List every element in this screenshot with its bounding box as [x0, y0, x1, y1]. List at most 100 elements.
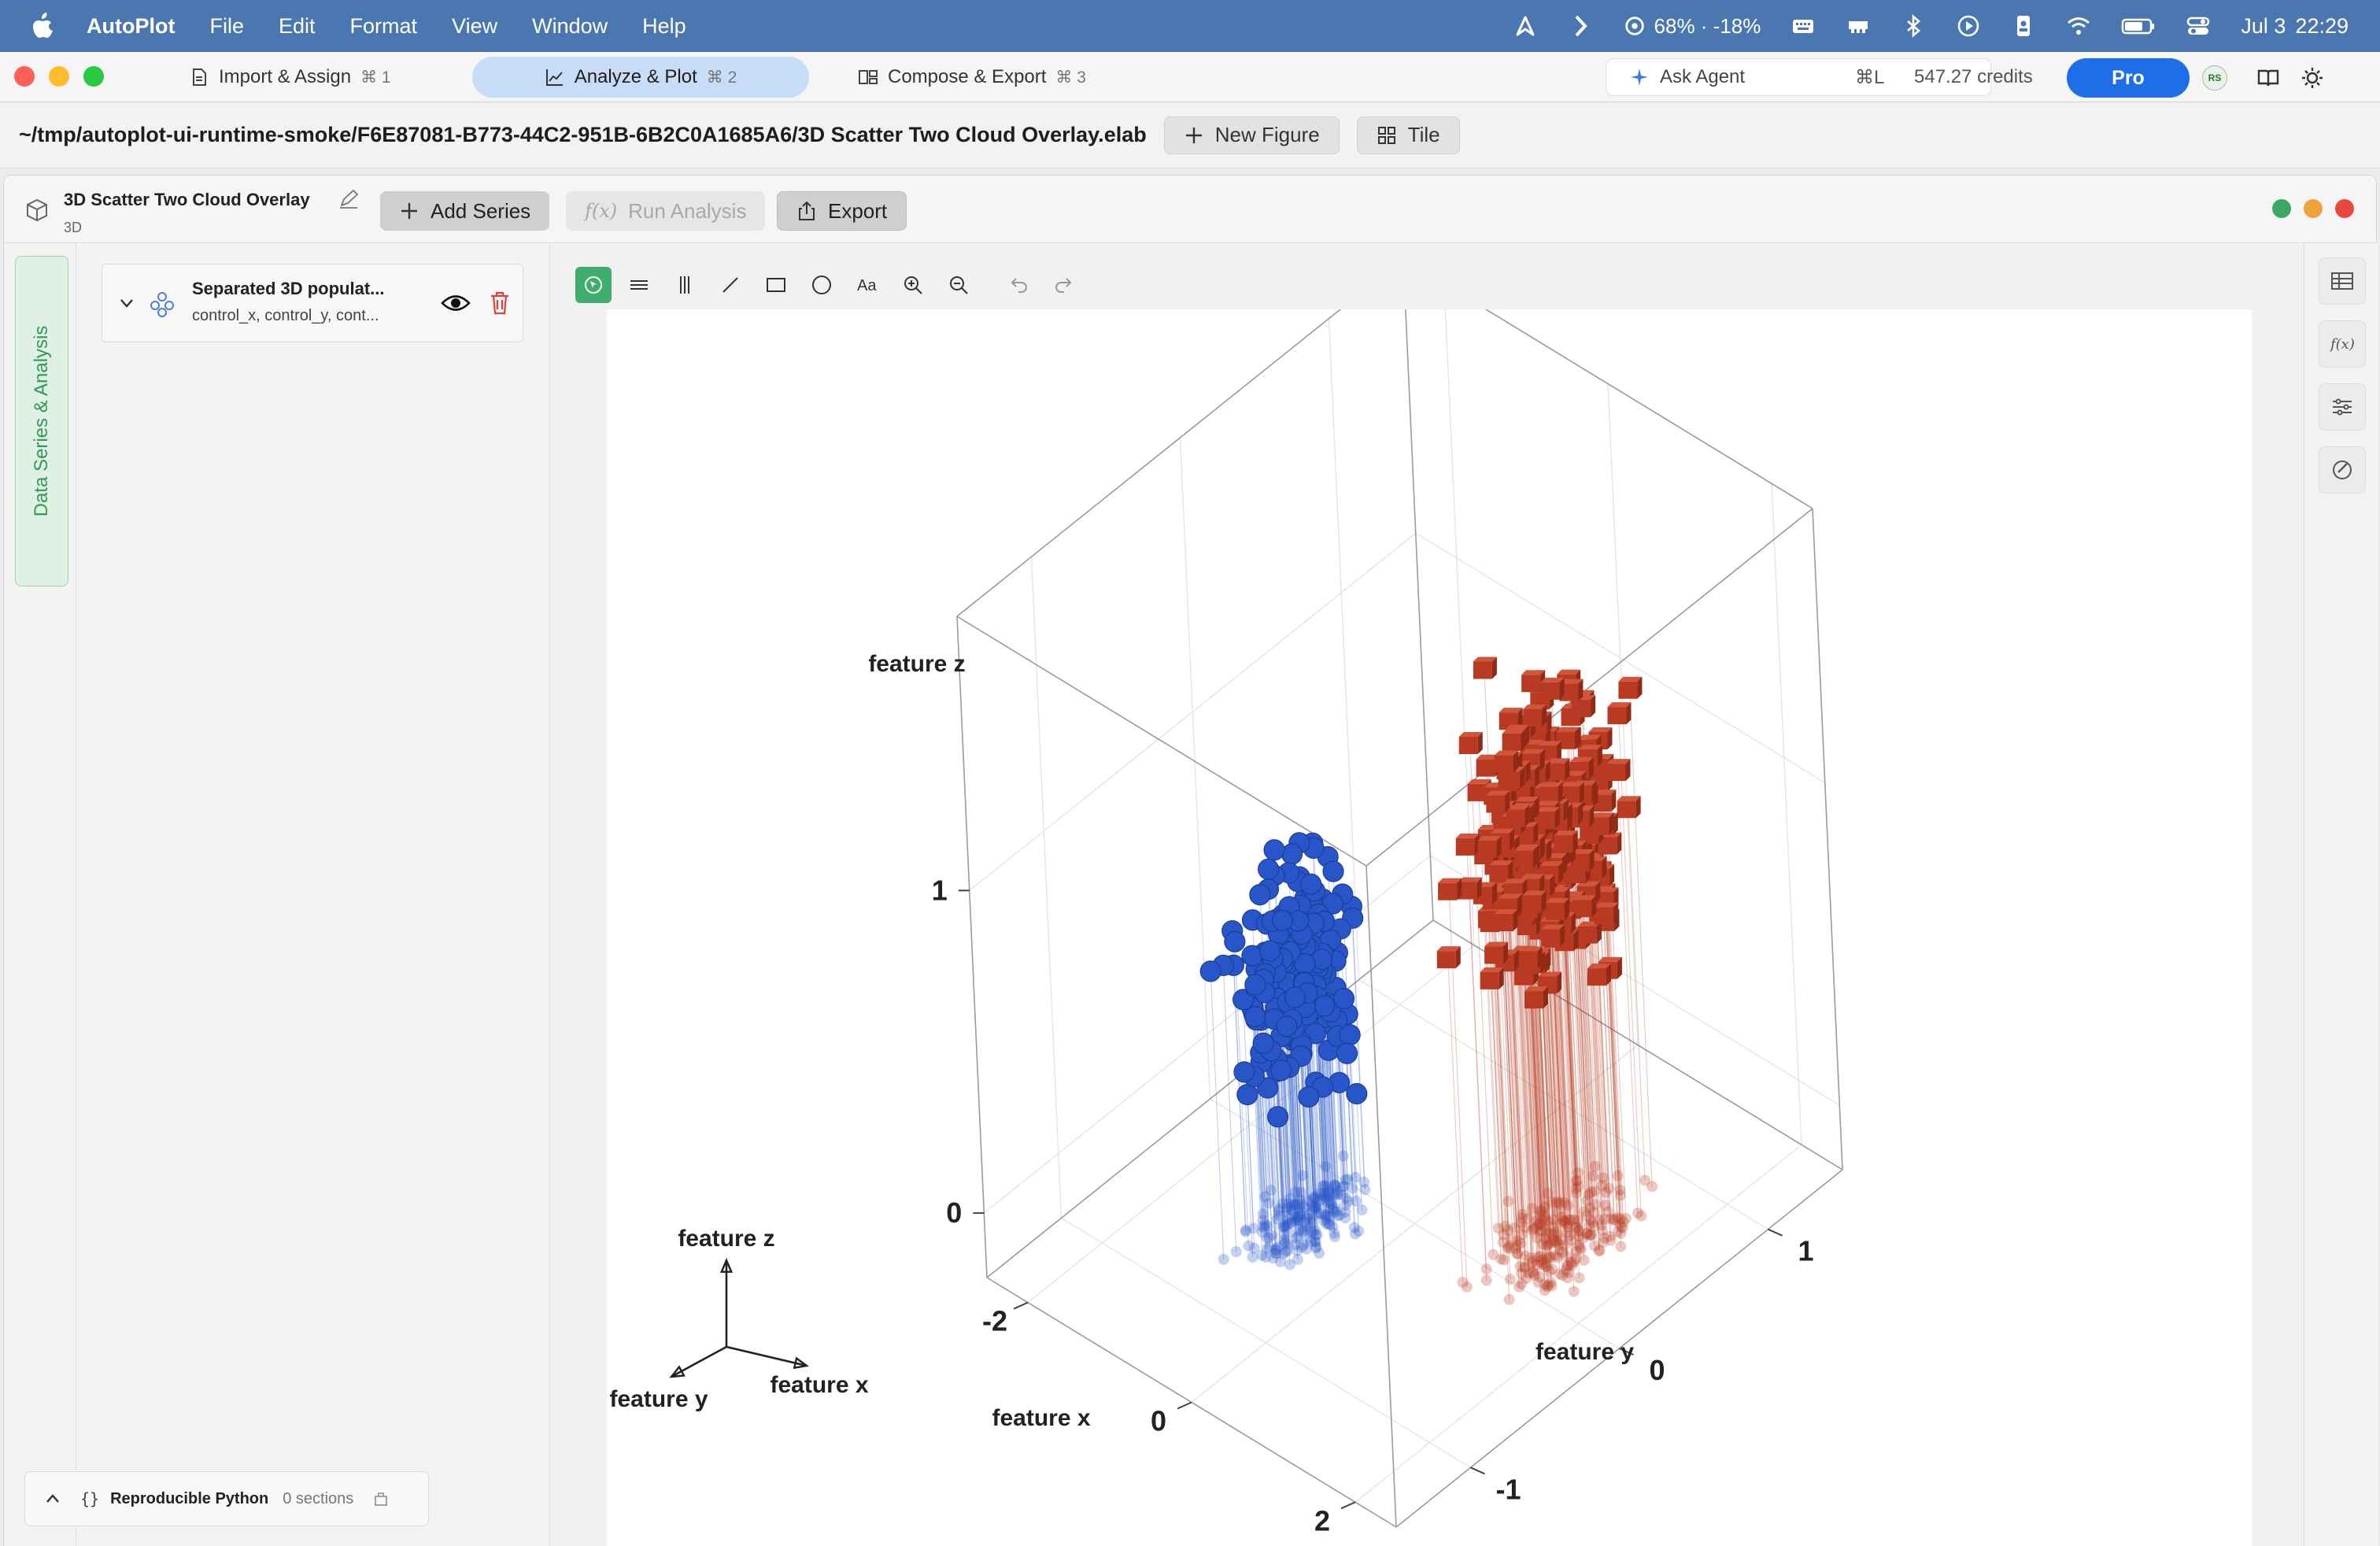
menu-view[interactable]: View	[452, 14, 497, 39]
avatar[interactable]: RS	[2202, 65, 2227, 91]
new-figure-button[interactable]: New Figure	[1163, 116, 1340, 154]
figure-close-button[interactable]	[2335, 199, 2354, 218]
vertical-lines-tool[interactable]	[667, 267, 703, 303]
user-badge-icon[interactable]	[2011, 13, 2036, 39]
red-cube-marker	[1486, 790, 1510, 813]
ellipse-tool[interactable]	[804, 267, 840, 303]
axis-box-edge	[956, 258, 1404, 617]
apple-icon[interactable]	[31, 13, 55, 39]
document-path-bar: ~/tmp/autoplot-ui-runtime-smoke/F6E87081…	[0, 102, 2380, 168]
horizontal-lines-icon	[630, 280, 648, 290]
chevron-up-icon[interactable]	[44, 1490, 61, 1507]
clock[interactable]: Jul 3 22:29	[2241, 14, 2349, 39]
axis-box-edge	[956, 616, 1367, 867]
book-icon[interactable]	[2256, 65, 2281, 91]
blue-floor-marker	[1338, 1181, 1350, 1193]
menu-help[interactable]: Help	[642, 14, 686, 39]
zoom-in-tool[interactable]	[895, 267, 931, 303]
menu-edit[interactable]: Edit	[279, 14, 316, 39]
tab-import-assign[interactable]: Import & Assign ⌘ 1	[165, 57, 415, 98]
red-cube-front	[1577, 926, 1597, 944]
menu-file[interactable]: File	[209, 14, 244, 39]
red-floor-marker	[1531, 1232, 1543, 1244]
redo-button[interactable]	[1046, 267, 1082, 303]
blue-sphere-marker	[1236, 1083, 1258, 1106]
figure-minimize-button[interactable]	[2304, 199, 2323, 218]
red-floor-marker	[1588, 1220, 1600, 1232]
eye-icon[interactable]	[441, 291, 471, 315]
red-floor-marker	[1574, 1242, 1586, 1254]
red-floor-marker	[1519, 1222, 1531, 1233]
battery-status[interactable]: 68% · -18%	[1623, 14, 1761, 39]
y-tick-label: 1	[1798, 1235, 1813, 1267]
figure-zoom-button[interactable]	[2272, 199, 2291, 218]
memory-status-icon[interactable]	[1846, 13, 1871, 39]
red-cube-marker	[1540, 677, 1565, 700]
gauge-icon	[2333, 460, 2352, 479]
red-cube-front	[1494, 914, 1513, 932]
bluetooth-icon[interactable]	[1901, 13, 1926, 39]
text-tool[interactable]: Aa	[849, 267, 885, 303]
red-cube-front	[1489, 865, 1509, 883]
minimize-window-button[interactable]	[49, 66, 69, 87]
chevron-down-icon[interactable]	[118, 294, 135, 312]
arrow-up-status-icon[interactable]	[1513, 13, 1538, 39]
copy-icon[interactable]	[372, 1490, 390, 1507]
menu-format[interactable]: Format	[350, 14, 418, 39]
run-analysis-button[interactable]: f(x) Run Analysis	[566, 191, 766, 231]
undo-button[interactable]	[1000, 267, 1037, 303]
blue-floor-marker	[1284, 1259, 1295, 1270]
red-floor-marker	[1635, 1210, 1647, 1222]
triad-y-label: feature y	[609, 1386, 708, 1412]
tab-compose-export[interactable]: Compose & Export ⌘ 3	[834, 57, 1110, 98]
inspect-button[interactable]	[2319, 446, 2366, 494]
zoom-out-tool[interactable]	[941, 267, 977, 303]
red-cube-marker	[1545, 897, 1569, 920]
control-center-icon[interactable]	[2186, 13, 2211, 39]
rectangle-tool[interactable]	[758, 267, 794, 303]
reproducible-python-bar[interactable]: {} Reproducible Python 0 sections	[24, 1471, 429, 1526]
horizontal-lines-tool[interactable]	[621, 267, 657, 303]
play-status-icon[interactable]	[1956, 13, 1981, 39]
red-cube-marker	[1455, 833, 1480, 856]
add-series-button[interactable]: Add Series	[380, 191, 550, 231]
red-cube-marker	[1514, 845, 1539, 868]
undo-icon	[1011, 278, 1027, 293]
red-floor-marker	[1539, 1285, 1550, 1296]
menu-window[interactable]: Window	[532, 14, 608, 39]
red-cube-marker	[1522, 890, 1547, 913]
red-cube-marker	[1536, 807, 1560, 830]
pro-button[interactable]: Pro	[2067, 58, 2190, 98]
app-name-menu[interactable]: AutoPlot	[87, 14, 175, 39]
chevron-right-status-icon[interactable]	[1568, 13, 1593, 39]
plot-canvas[interactable]: -2 0 2 -1 0 1 0 1 feature x feature y feature z fe…	[607, 258, 2252, 1546]
zoom-window-button[interactable]	[83, 66, 104, 87]
share-icon	[799, 201, 815, 220]
table-view-button[interactable]	[2319, 257, 2366, 305]
battery-icon[interactable]	[2121, 13, 2156, 39]
x-tick-mark	[1340, 1501, 1356, 1510]
export-button[interactable]: Export	[777, 191, 907, 231]
select-tool[interactable]	[575, 267, 612, 303]
edit-pencil-icon[interactable]	[338, 188, 360, 210]
adjustments-button[interactable]	[2319, 383, 2366, 431]
vertical-lines-icon	[680, 276, 689, 294]
tab-analyze-plot[interactable]: Analyze & Plot ⌘ 2	[472, 57, 809, 98]
line-tool[interactable]	[712, 267, 748, 303]
series-panel: Separated 3D populat... control_x, contr…	[76, 243, 550, 1546]
wifi-icon[interactable]	[2066, 13, 2091, 39]
new-figure-label: New Figure	[1214, 123, 1320, 146]
function-panel-button[interactable]: f(x)	[2319, 320, 2366, 368]
close-window-button[interactable]	[14, 66, 35, 87]
tile-button[interactable]: Tile	[1356, 116, 1460, 154]
data-series-analysis-tab[interactable]: Data Series & Analysis	[15, 256, 68, 586]
red-cube-front	[1607, 707, 1627, 725]
red-floor-marker	[1480, 1263, 1492, 1275]
trash-icon[interactable]	[488, 290, 512, 316]
scatter-3d-chart[interactable]: -2 0 2 -1 0 1 0 1 feature x feature y feature z fe…	[607, 258, 2252, 1546]
blue-sphere-marker	[1336, 1042, 1358, 1064]
red-floor-marker	[1527, 1266, 1539, 1278]
sun-icon[interactable]	[2300, 65, 2325, 91]
series-card[interactable]: Separated 3D populat... control_x, contr…	[102, 264, 523, 342]
keyboard-status-icon[interactable]	[1791, 13, 1816, 39]
